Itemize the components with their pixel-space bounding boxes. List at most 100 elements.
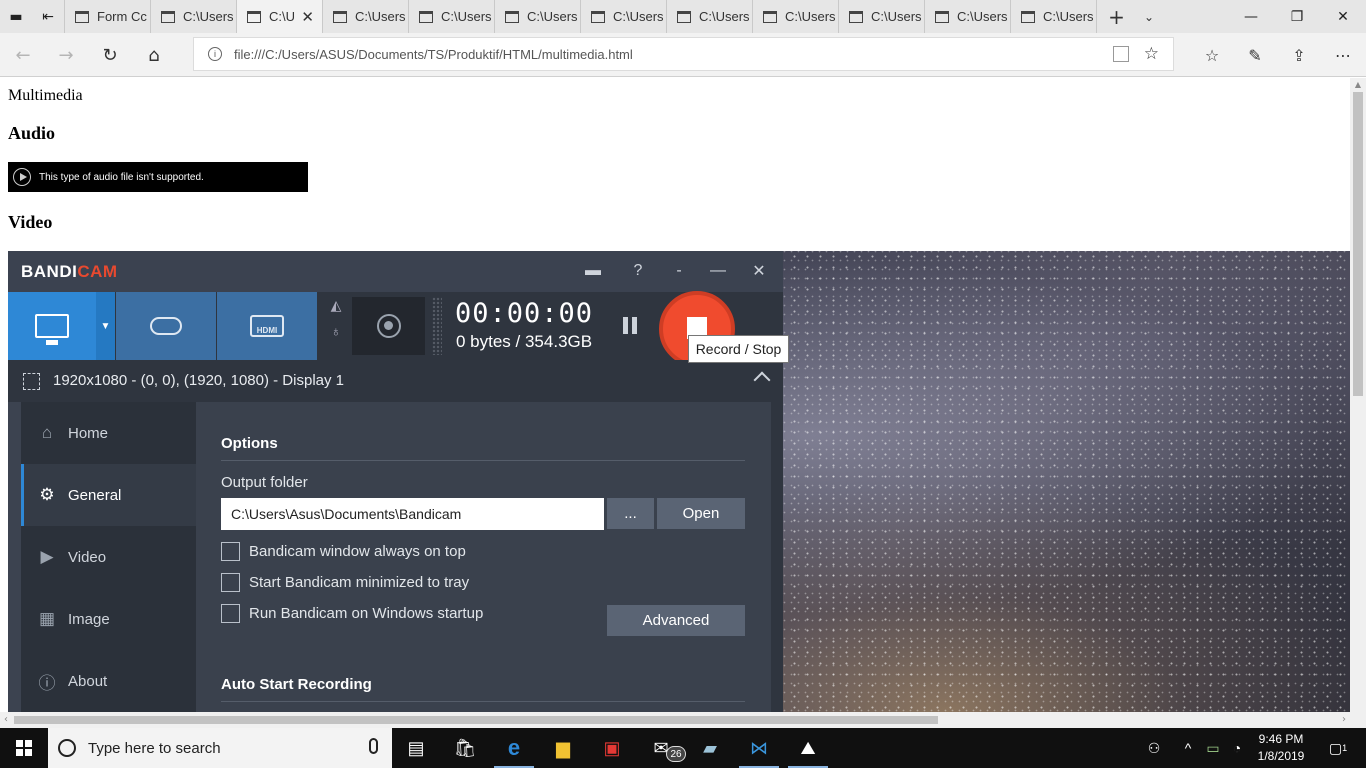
url-text[interactable]: file:///C:/Users/ASUS/Documents/TS/Produ… [234, 47, 633, 62]
browser-tab[interactable]: C:\Users [924, 0, 1010, 33]
bandicam-titlebar[interactable]: BANDICAM ▬ ? - — ✕ [8, 251, 783, 292]
gift-app-icon[interactable]: ▣ [588, 728, 636, 768]
options-title: Options [221, 435, 278, 452]
notepad-icon[interactable]: ▰ [686, 728, 734, 768]
browser-tab[interactable]: C:\Users [666, 0, 752, 33]
browser-tab[interactable]: C:\Users [1010, 0, 1096, 33]
device-mode-button[interactable]: HDMI [217, 292, 317, 360]
minimize-icon[interactable]: — [1228, 0, 1274, 33]
bandicam-scrollbar[interactable] [771, 402, 783, 712]
back-icon[interactable]: ← [8, 40, 38, 70]
mini-mode-icon[interactable]: - [666, 258, 692, 284]
capture-target-bar[interactable]: 1920x1080 - (0, 0), (1920, 1080) - Displ… [8, 360, 783, 402]
photos-icon[interactable]: ⛰ [784, 728, 832, 768]
horizontal-scrollbar[interactable]: ‹ › [0, 712, 1350, 728]
game-mode-button[interactable] [116, 292, 216, 360]
action-center-icon[interactable]: ▢ 1 [1318, 728, 1358, 768]
open-button[interactable]: Open [657, 498, 745, 529]
option-checkbox-row[interactable]: Run Bandicam on Windows startup [221, 604, 483, 623]
video-icon: ▶ [40, 547, 54, 566]
edge-icon[interactable]: e [490, 728, 538, 768]
address-bar[interactable]: i file:///C:/Users/ASUS/Documents/TS/Pro… [193, 37, 1174, 71]
refresh-icon[interactable]: ↻ [95, 40, 125, 70]
web-notes-icon[interactable]: ✎ [1240, 40, 1270, 70]
play-icon[interactable] [13, 168, 31, 186]
browser-tab[interactable]: C:\Users [322, 0, 408, 33]
clock[interactable]: 9:46 PM 1/8/2019 [1250, 731, 1312, 765]
tab-actions-icon[interactable]: ▬ [0, 0, 32, 33]
scroll-left-icon[interactable]: ‹ [4, 712, 8, 728]
store-icon[interactable]: 🛍 [441, 728, 489, 768]
set-tabs-aside-icon[interactable]: ⇤ [32, 0, 64, 33]
screen-mode-dropdown[interactable]: ▼ [96, 292, 115, 360]
sidebar-item-video[interactable]: ▶ Video [21, 526, 196, 588]
pause-icon[interactable] [620, 314, 640, 338]
vscode-icon[interactable]: ⋈ [735, 728, 783, 768]
favorites-hub-icon[interactable]: ☆ [1197, 40, 1227, 70]
address-bar-row: ← → ↻ ⌂ i file:///C:/Users/ASUS/Document… [0, 33, 1366, 77]
browser-tab[interactable]: Form Cc [64, 0, 150, 33]
sidebar-item-home[interactable]: ⌂ Home [21, 402, 196, 464]
browser-tab[interactable]: C:\Users [580, 0, 666, 33]
new-tab-button[interactable]: + [1096, 0, 1136, 33]
help-icon[interactable]: ? [625, 258, 651, 284]
audio-player[interactable]: This type of audio file isn't supported. [8, 162, 308, 192]
checkbox[interactable] [221, 604, 240, 623]
taskbar-search-box[interactable]: Type here to search [48, 728, 392, 768]
forward-icon[interactable]: → [51, 40, 81, 70]
minimize-icon[interactable]: — [705, 258, 731, 284]
microphone-icon[interactable]: ♁ [323, 323, 349, 349]
bandicam-logo: BANDICAM [21, 262, 118, 281]
browser-tab[interactable]: C:\U ✕ [236, 0, 322, 33]
browser-tab[interactable]: C:\Users [838, 0, 924, 33]
option-checkbox-row[interactable]: Start Bandicam minimized to tray [221, 573, 469, 592]
close-icon[interactable]: ✕ [746, 258, 772, 284]
share-icon[interactable]: ⇪ [1284, 40, 1314, 70]
scrollbar-thumb[interactable] [1353, 92, 1363, 396]
restore-icon[interactable]: ❐ [1274, 0, 1320, 33]
browser-tab[interactable]: C:\Users [408, 0, 494, 33]
chevron-up-icon[interactable] [753, 371, 771, 389]
folder-icon[interactable]: ▬ [580, 258, 606, 284]
sidebar-item-general[interactable]: ⚙ General [21, 464, 196, 526]
browse-button[interactable]: ... [607, 498, 654, 529]
reading-view-icon[interactable] [1113, 46, 1129, 62]
webcam-overlay-button[interactable] [352, 297, 425, 355]
vertical-scrollbar[interactable]: ▲ [1350, 78, 1366, 712]
scroll-up-icon[interactable]: ▲ [1350, 78, 1366, 92]
start-button[interactable] [0, 728, 48, 768]
scroll-right-icon[interactable]: › [1342, 712, 1346, 728]
speaker-icon[interactable]: ◭ [323, 297, 349, 323]
more-menu-icon[interactable]: ⋯ [1328, 40, 1358, 70]
people-icon[interactable]: ⚇ [1140, 728, 1168, 768]
scrollbar-thumb[interactable] [14, 716, 938, 724]
divider [221, 701, 745, 702]
page-icon [677, 10, 691, 23]
site-info-icon[interactable]: i [208, 47, 222, 61]
screen-mode-button[interactable] [8, 292, 96, 360]
output-folder-field[interactable]: C:\Users\Asus\Documents\Bandicam [221, 498, 604, 530]
battery-icon[interactable]: ▭ [1202, 728, 1224, 768]
browser-tab[interactable]: C:\Users [494, 0, 580, 33]
option-checkbox-row[interactable]: Bandicam window always on top [221, 542, 466, 561]
home-icon[interactable]: ⌂ [139, 40, 169, 70]
file-explorer-icon[interactable]: ▆ [539, 728, 587, 768]
close-tab-icon[interactable]: ✕ [301, 8, 314, 26]
browser-tab[interactable]: C:\Users [752, 0, 838, 33]
show-tab-previews-icon[interactable]: ⌄ [1136, 0, 1162, 33]
record-stop-tooltip: Record / Stop [688, 335, 789, 363]
browser-tab[interactable]: C:\Users [150, 0, 236, 33]
close-window-icon[interactable]: ✕ [1320, 0, 1366, 33]
task-view-icon[interactable]: ▤ [392, 728, 440, 768]
checkbox[interactable] [221, 542, 240, 561]
checkbox[interactable] [221, 573, 240, 592]
wifi-icon[interactable]: ◔ [1226, 728, 1248, 768]
taskbar: Type here to search ▤ 🛍 e ▆ ▣ ✉ 26 ▰ ⋈ ⛰… [0, 728, 1366, 768]
advanced-button[interactable]: Advanced [607, 605, 745, 636]
sidebar-item-about[interactable]: ⓘ About [21, 650, 196, 712]
show-hidden-icons-icon[interactable]: ^ [1178, 728, 1198, 768]
favorite-star-icon[interactable]: ☆ [1144, 44, 1159, 64]
audio-error-message: This type of audio file isn't supported. [39, 171, 204, 183]
sidebar-item-image[interactable]: ▦ Image [21, 588, 196, 650]
microphone-icon[interactable] [369, 738, 378, 754]
